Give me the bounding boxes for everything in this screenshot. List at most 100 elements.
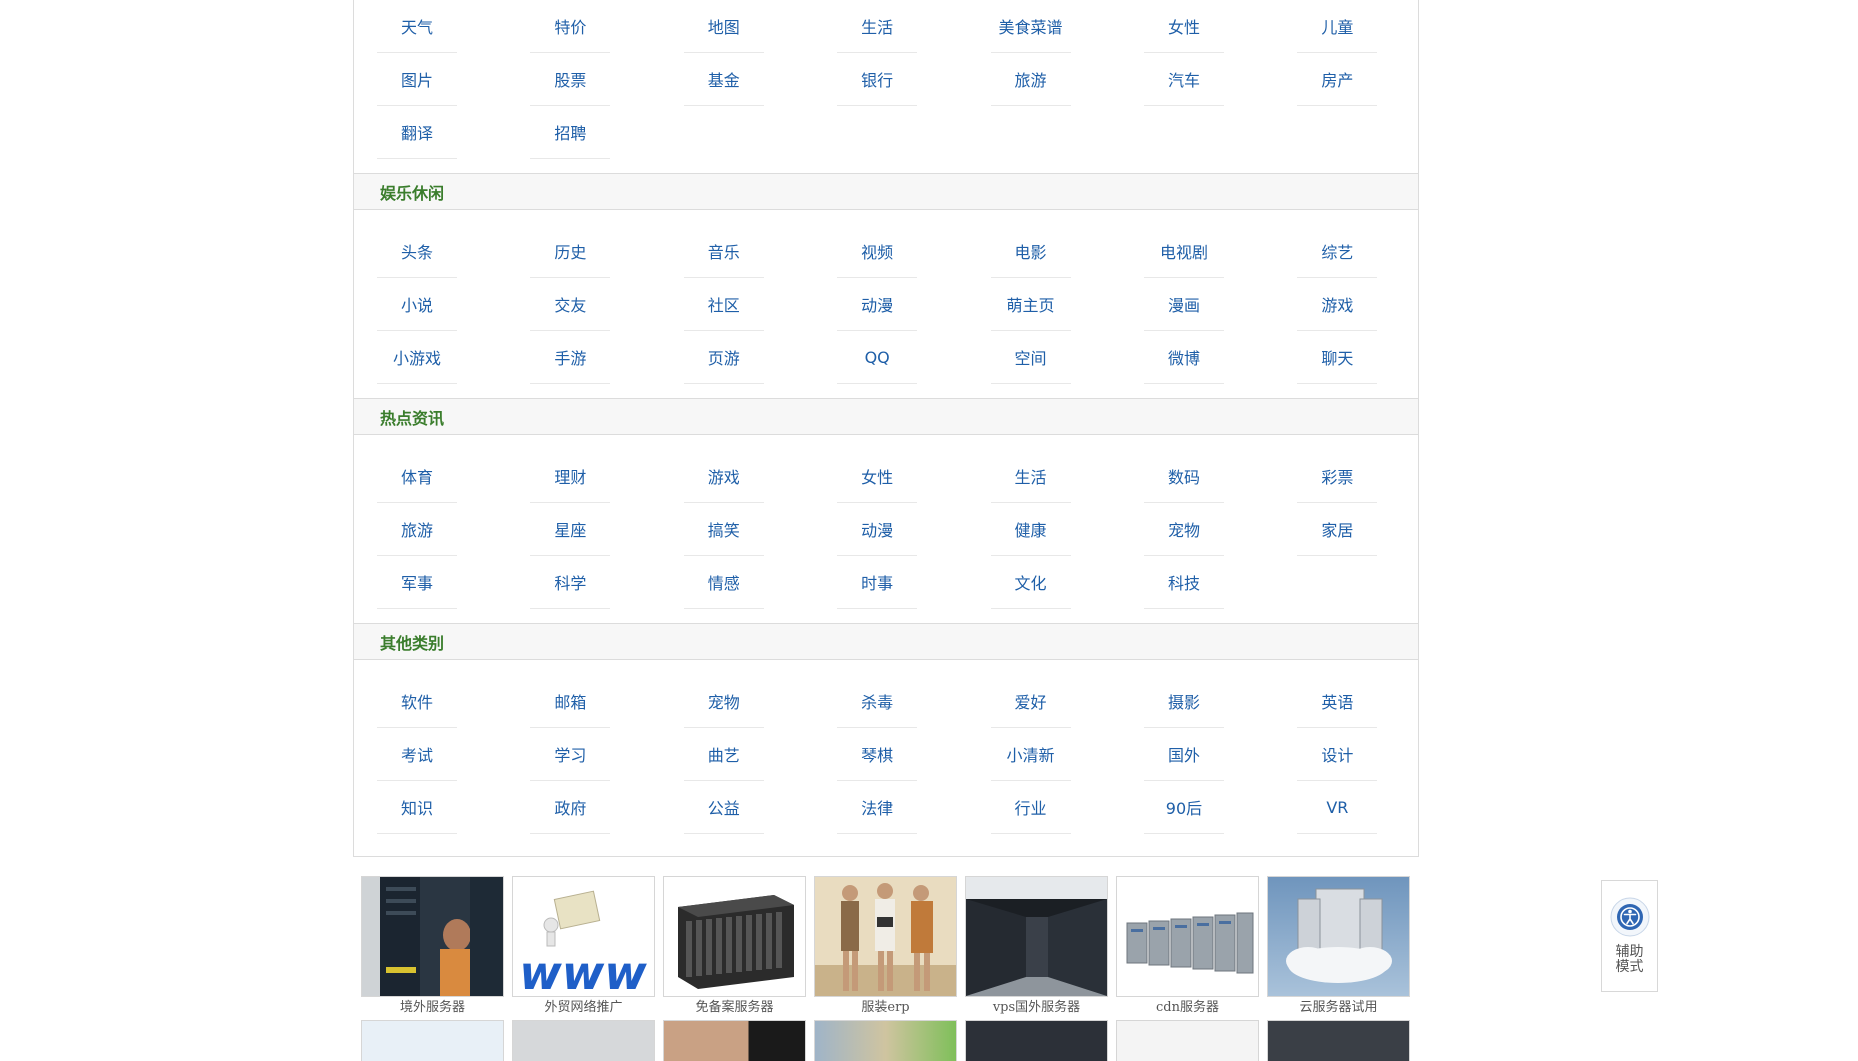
thumb-caption[interactable]: vps国外服务器 <box>965 997 1108 1019</box>
category-link[interactable]: 小清新 <box>990 728 1071 781</box>
category-link[interactable]: 招聘 <box>530 106 611 159</box>
category-link[interactable]: 特价 <box>530 0 611 53</box>
category-link[interactable]: 搞笑 <box>683 503 764 556</box>
category-link[interactable]: 杀毒 <box>837 675 918 728</box>
cloud-server-image[interactable] <box>1267 876 1410 997</box>
category-link[interactable]: QQ <box>837 331 918 384</box>
category-link[interactable]: 微博 <box>1143 331 1224 384</box>
fashion-models-image[interactable] <box>814 876 957 997</box>
thumb-card[interactable]: 服装erp <box>814 876 957 1019</box>
category-link[interactable]: 汽车 <box>1143 53 1224 106</box>
category-link[interactable]: VR <box>1297 781 1378 834</box>
category-link[interactable]: 生活 <box>837 0 918 53</box>
office-image[interactable] <box>814 1020 957 1061</box>
thumb-card[interactable] <box>663 1020 806 1061</box>
category-link[interactable]: 基金 <box>683 53 764 106</box>
category-link[interactable]: 头条 <box>377 225 457 278</box>
category-link[interactable]: 军事 <box>377 556 457 609</box>
category-link[interactable]: 旅游 <box>990 53 1071 106</box>
thumb-card[interactable]: 境外服务器 <box>361 876 504 1019</box>
category-link[interactable]: 宠物 <box>1143 503 1224 556</box>
thumb-card[interactable] <box>1267 1020 1410 1061</box>
category-link[interactable]: 邮箱 <box>530 675 611 728</box>
category-link[interactable]: 银行 <box>837 53 918 106</box>
category-link[interactable]: 手游 <box>530 331 611 384</box>
thumb-card[interactable] <box>361 1020 504 1061</box>
category-link[interactable]: 天气 <box>377 0 457 53</box>
category-link[interactable]: 科学 <box>530 556 611 609</box>
category-link[interactable]: 萌主页 <box>990 278 1071 331</box>
category-link[interactable]: 国外 <box>1143 728 1224 781</box>
category-link[interactable]: 旅游 <box>377 503 457 556</box>
speech-bubbles-image[interactable] <box>1116 1020 1259 1061</box>
category-link[interactable]: 生活 <box>990 450 1071 503</box>
category-link[interactable]: 数码 <box>1143 450 1224 503</box>
server-room-image[interactable] <box>361 876 504 997</box>
category-link[interactable]: 星座 <box>530 503 611 556</box>
thumb-card[interactable] <box>512 1020 655 1061</box>
category-link[interactable]: 儿童 <box>1297 0 1378 53</box>
category-link[interactable]: 地图 <box>683 0 764 53</box>
category-link[interactable]: 行业 <box>990 781 1071 834</box>
thumb-card[interactable]: www 外贸网络推广 <box>512 876 655 1019</box>
category-link[interactable]: 家居 <box>1297 503 1378 556</box>
category-link[interactable]: 设计 <box>1297 728 1378 781</box>
accessibility-icon[interactable] <box>1610 897 1650 937</box>
category-link[interactable]: 空间 <box>990 331 1071 384</box>
category-link[interactable]: 爱好 <box>990 675 1071 728</box>
www-figure-image[interactable]: www <box>512 876 655 997</box>
category-link[interactable]: 视频 <box>837 225 918 278</box>
category-link[interactable]: 女性 <box>1143 0 1224 53</box>
category-link[interactable]: 健康 <box>990 503 1071 556</box>
category-link[interactable]: 琴棋 <box>837 728 918 781</box>
category-link[interactable]: 英语 <box>1297 675 1378 728</box>
category-link[interactable]: 软件 <box>377 675 457 728</box>
category-link[interactable]: 公益 <box>683 781 764 834</box>
category-link[interactable]: 漫画 <box>1143 278 1224 331</box>
blade-server-image[interactable] <box>663 876 806 997</box>
category-link[interactable]: 法律 <box>837 781 918 834</box>
category-link[interactable]: 考试 <box>377 728 457 781</box>
category-link[interactable]: 90后 <box>1143 781 1224 834</box>
category-link[interactable]: 动漫 <box>837 278 918 331</box>
thumb-caption[interactable]: cdn服务器 <box>1116 997 1259 1019</box>
thumb-caption[interactable]: 境外服务器 <box>361 997 504 1019</box>
category-link[interactable]: 小游戏 <box>377 331 457 384</box>
category-link[interactable]: 房产 <box>1297 53 1378 106</box>
category-link[interactable]: 曲艺 <box>683 728 764 781</box>
category-link[interactable]: 交友 <box>530 278 611 331</box>
accessibility-widget[interactable]: 辅助模式 <box>1601 880 1658 992</box>
category-link[interactable]: 页游 <box>683 331 764 384</box>
category-link[interactable]: 理财 <box>530 450 611 503</box>
category-link[interactable]: 知识 <box>377 781 457 834</box>
thumb-card[interactable] <box>1116 1020 1259 1061</box>
category-link[interactable]: 股票 <box>530 53 611 106</box>
category-link[interactable]: 音乐 <box>683 225 764 278</box>
thumb-caption[interactable]: 云服务器试用 <box>1267 997 1410 1019</box>
category-link[interactable]: 游戏 <box>1297 278 1378 331</box>
category-link[interactable]: 宠物 <box>683 675 764 728</box>
datacenter-aisle-image[interactable] <box>965 876 1108 997</box>
category-link[interactable]: 翻译 <box>377 106 457 159</box>
thumb-caption[interactable]: 外贸网络推广 <box>512 997 655 1019</box>
hand-image[interactable] <box>663 1020 806 1061</box>
thumb-card[interactable] <box>814 1020 957 1061</box>
server-rack-image[interactable] <box>965 1020 1108 1061</box>
category-link[interactable]: 图片 <box>377 53 457 106</box>
category-link[interactable]: 政府 <box>530 781 611 834</box>
building-image[interactable] <box>512 1020 655 1061</box>
category-link[interactable]: 综艺 <box>1297 225 1378 278</box>
thumb-card[interactable] <box>965 1020 1108 1061</box>
thumb-card[interactable]: cdn服务器 <box>1116 876 1259 1019</box>
category-link[interactable]: 小说 <box>377 278 457 331</box>
category-link[interactable]: 摄影 <box>1143 675 1224 728</box>
thumb-card[interactable]: vps国外服务器 <box>965 876 1108 1019</box>
category-link[interactable]: 科技 <box>1143 556 1224 609</box>
category-link[interactable]: 电视剧 <box>1143 225 1224 278</box>
category-link[interactable]: 彩票 <box>1297 450 1378 503</box>
category-link[interactable]: 动漫 <box>837 503 918 556</box>
category-link[interactable]: 情感 <box>683 556 764 609</box>
category-link[interactable]: 电影 <box>990 225 1071 278</box>
category-link[interactable]: 聊天 <box>1297 331 1378 384</box>
category-link[interactable]: 美食菜谱 <box>990 0 1071 53</box>
